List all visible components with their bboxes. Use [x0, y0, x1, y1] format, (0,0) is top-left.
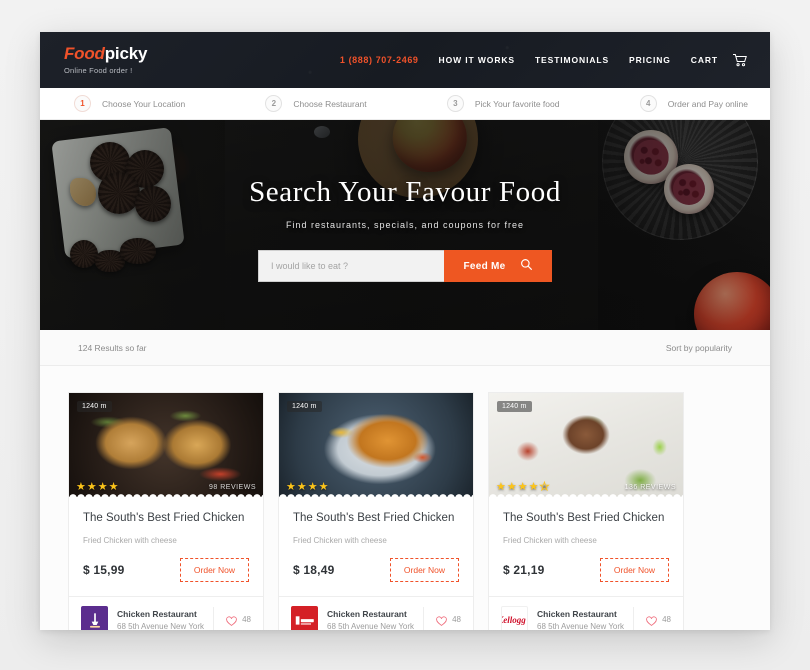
card-title[interactable]: The South's Best Fried Chicken — [293, 510, 459, 526]
card-photo-chicken-rice: 1240 m ★ ★ ★ ★ — [279, 393, 473, 497]
step-choose-location[interactable]: 1 Choose Your Location — [74, 95, 185, 112]
logo-wordmark: Foodpicky — [64, 45, 147, 62]
card-body: The South's Best Fried Chicken Fried Chi… — [489, 497, 683, 596]
step-label: Choose Restaurant — [293, 98, 367, 109]
logo-word-food: Food — [64, 44, 105, 63]
step-order-and-pay[interactable]: 4 Order and Pay online — [639, 95, 749, 112]
distance-badge: 1240 m — [77, 401, 112, 412]
card-price: $ 21,19 — [503, 563, 545, 578]
restaurant-info: Chicken Restaurant 68 5th Avenue New Yor… — [327, 609, 414, 630]
step-label: Choose Your Location — [102, 98, 186, 109]
restaurant-name: Chicken Restaurant — [537, 608, 617, 619]
review-count: 98 REVIEWS — [208, 484, 256, 491]
like-count: 48 — [452, 615, 461, 625]
nav-item-testimonials[interactable]: TESTIMONIALS — [535, 55, 609, 65]
restaurant-address: 68 5th Avenue New York — [117, 621, 205, 630]
results-toolbar: 124 Results so far Sort by popularity — [40, 330, 770, 366]
card-description: Fried Chicken with cheese — [83, 536, 177, 546]
card-description: Fried Chicken with cheese — [293, 536, 387, 546]
restaurant-info: Chicken Restaurant 68 5th Avenue New Yor… — [117, 609, 204, 630]
card-price: $ 18,49 — [293, 563, 335, 578]
card-footer: Chicken Restaurant 68 5th Avenue New Yor… — [69, 596, 263, 630]
shopping-cart-icon[interactable] — [732, 53, 748, 67]
nav-item-pricing[interactable]: PRICING — [629, 55, 671, 65]
site-logo[interactable]: Foodpicky Online Food order ! — [64, 45, 147, 75]
like-count: 48 — [242, 615, 251, 625]
restaurant-logo-icon — [291, 606, 318, 630]
distance-badge: 1240 m — [287, 401, 322, 412]
order-now-button[interactable]: Order Now — [389, 558, 459, 583]
nav-item-how-it-works[interactable]: HOW IT WORKS — [439, 55, 515, 65]
restaurant-address: 68 5th Avenue New York — [327, 621, 415, 630]
scalloped-edge — [279, 492, 473, 497]
card-body: The South's Best Fried Chicken Fried Chi… — [279, 497, 473, 596]
restaurant-logo-icon: Kellogg's — [501, 606, 528, 630]
card-body: The South's Best Fried Chicken Fried Chi… — [69, 497, 263, 596]
progress-steps: 1 Choose Your Location 2 Choose Restaura… — [40, 88, 770, 120]
scalloped-edge — [69, 492, 263, 497]
logo-word-picky: picky — [104, 44, 148, 63]
header-navigation: 1 (888) 707-2469 HOW IT WORKS TESTIMONIA… — [340, 53, 748, 67]
hero-title: Search Your Favour Food — [249, 176, 561, 208]
like-group[interactable]: 48 — [213, 606, 251, 630]
card-price-row: $ 21,19 Order Now — [503, 558, 669, 596]
logo-tagline: Online Food order ! — [64, 66, 133, 75]
sort-dropdown[interactable]: Sort by popularity — [666, 343, 732, 353]
card-title[interactable]: The South's Best Fried Chicken — [83, 510, 249, 526]
restaurant-address: 68 5th Avenue New York — [537, 621, 625, 630]
restaurant-info: Chicken Restaurant 68 5th Avenue New Yor… — [537, 609, 624, 630]
site-header: Foodpicky Online Food order ! 1 (888) 70… — [40, 32, 770, 88]
nav-item-cart[interactable]: CART — [691, 55, 718, 65]
restaurant-logo-icon — [81, 606, 108, 630]
review-count: 136 REVIEWS — [624, 484, 676, 491]
hero-subtitle: Find restaurants, specials, and coupons … — [285, 220, 525, 230]
order-now-button[interactable]: Order Now — [599, 558, 669, 583]
search-input[interactable] — [258, 250, 444, 282]
scalloped-edge — [489, 492, 683, 497]
step-number: 4 — [639, 95, 657, 112]
restaurant-card[interactable]: 1240 m ★ ★ ★ ★ ★ 136 REVIEWS The South's… — [488, 392, 684, 630]
step-number: 2 — [265, 95, 283, 112]
restaurant-card[interactable]: 1240 m ★ ★ ★ ★ 98 REVIEWS The South's Be… — [68, 392, 264, 630]
card-title[interactable]: The South's Best Fried Chicken — [503, 510, 669, 526]
step-pick-food[interactable]: 3 Pick Your favorite food — [446, 95, 560, 112]
step-label: Order and Pay online — [667, 98, 749, 109]
hero-banner: 1. Search Your Favour Food Find restaura… — [40, 120, 770, 330]
like-count: 48 — [662, 615, 671, 625]
results-grid: 1240 m ★ ★ ★ ★ 98 REVIEWS The South's Be… — [40, 366, 770, 630]
like-group[interactable]: 48 — [633, 606, 671, 630]
restaurant-name: Chicken Restaurant — [117, 608, 197, 619]
card-footer: Kellogg's Chicken Restaurant 68 5th Aven… — [489, 596, 683, 630]
step-number: 1 — [74, 95, 91, 112]
like-group[interactable]: 48 — [423, 606, 461, 630]
search-icon — [520, 258, 533, 274]
card-footer: Chicken Restaurant 68 5th Avenue New Yor… — [279, 596, 473, 630]
heart-icon[interactable] — [436, 614, 447, 627]
step-label: Pick Your favorite food — [474, 98, 560, 109]
card-photo-tostada: 1240 m ★ ★ ★ ★ ★ 136 REVIEWS — [489, 393, 683, 497]
step-choose-restaurant[interactable]: 2 Choose Restaurant — [265, 95, 367, 112]
card-description: Fried Chicken with cheese — [503, 536, 597, 546]
feed-me-button[interactable]: Feed Me — [444, 250, 552, 282]
header-phone[interactable]: 1 (888) 707-2469 — [340, 55, 419, 65]
card-price: $ 15,99 — [83, 563, 125, 578]
website-window: Foodpicky Online Food order ! 1 (888) 70… — [40, 32, 770, 630]
order-now-button[interactable]: Order Now — [179, 558, 249, 583]
card-photo-roast-chicken: 1240 m ★ ★ ★ ★ 98 REVIEWS — [69, 393, 263, 497]
restaurant-logo-text: Kellogg's — [502, 614, 528, 625]
heart-icon[interactable] — [646, 614, 657, 627]
distance-badge: 1240 m — [497, 401, 532, 412]
feed-me-label: Feed Me — [463, 260, 506, 272]
hero-content: Search Your Favour Food Find restaurants… — [40, 120, 770, 330]
card-price-row: $ 18,49 Order Now — [293, 558, 459, 596]
restaurant-card[interactable]: 1240 m ★ ★ ★ ★ The South's Best Fried Ch… — [278, 392, 474, 630]
card-price-row: $ 15,99 Order Now — [83, 558, 249, 596]
results-count: 124 Results so far — [78, 342, 147, 353]
step-number: 3 — [446, 95, 464, 112]
hero-search-row: Feed Me — [258, 250, 552, 282]
restaurant-name: Chicken Restaurant — [327, 608, 407, 619]
heart-icon[interactable] — [226, 614, 237, 627]
